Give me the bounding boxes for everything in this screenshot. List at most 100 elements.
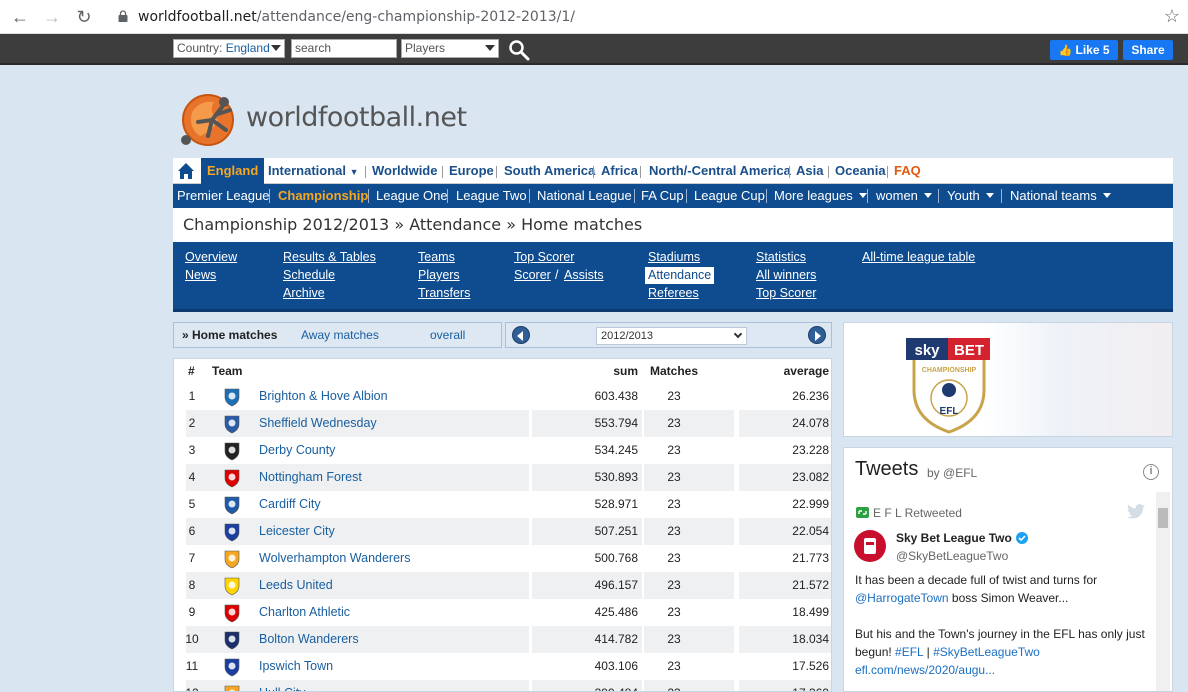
tweet-author[interactable]: Sky Bet League Two [896,529,1012,547]
team-link[interactable]: Bolton Wanderers [259,626,529,653]
nav-africa[interactable]: Africa [595,158,644,184]
arrow-right-icon [815,331,821,341]
reload-icon[interactable]: ↻ [74,7,94,27]
season-select[interactable]: 2012/2013 [596,327,747,345]
link-results-tables[interactable]: Results & Tables [283,249,376,266]
team-link[interactable]: Leeds United [259,572,529,599]
nav-north-central-america[interactable]: North/-Central America [643,158,797,184]
league-women[interactable]: women [876,184,932,208]
next-season-button[interactable] [808,326,826,344]
home-icon[interactable] [177,162,195,180]
league-championship[interactable]: Championship [278,184,368,208]
nav-faq[interactable]: FAQ [888,158,927,184]
team-crest-icon [224,442,240,461]
nav-england[interactable]: England [201,158,265,184]
search-input[interactable]: search [291,39,397,58]
row-average: 18.034 [792,632,829,646]
row-matches: 23 [667,524,681,538]
league-fa-cup[interactable]: FA Cup [641,184,684,208]
scrollbar-thumb[interactable] [1158,508,1168,528]
nav-south-america[interactable]: South America [498,158,601,184]
row-sum: 603.438 [594,389,638,403]
category-select[interactable]: Players [401,39,499,58]
link-assists[interactable]: Assists [564,267,604,284]
more-leagues-label: More leagues [774,188,853,203]
country-select[interactable]: Country: England [173,39,285,58]
avatar[interactable] [854,530,886,562]
link-transfers[interactable]: Transfers [418,285,470,302]
sponsor-banner[interactable]: sky BET CHAMPIONSHIP EFL [843,322,1173,437]
league-national-teams[interactable]: National teams [1010,184,1111,208]
tweets-scrollbar[interactable] [1156,492,1170,691]
team-link[interactable]: Ipswich Town [259,653,529,680]
link-news[interactable]: News [185,267,216,284]
football-player-logo-icon [181,94,234,146]
link-all-winners[interactable]: All winners [756,267,816,284]
team-crest-icon [224,469,240,488]
link-overview[interactable]: Overview [185,249,237,266]
country-label: Country: [177,41,223,55]
row-matches: 23 [667,659,681,673]
link-teams[interactable]: Teams [418,249,455,266]
team-crest-icon [224,388,240,407]
forward-arrow-icon[interactable]: → [42,7,62,27]
link-archive[interactable]: Archive [283,285,325,302]
tab-home-matches[interactable]: » Home matches [182,323,277,347]
nav-europe[interactable]: Europe [443,158,500,184]
facebook-like-button[interactable]: 👍 Like 5 [1050,40,1118,60]
site-logo[interactable]: worldfootball.net [178,92,467,150]
row-matches: 23 [667,551,681,565]
league-league-two[interactable]: League Two [456,184,527,208]
prev-season-button[interactable] [512,326,530,344]
team-link[interactable]: Derby County [259,437,529,464]
nav-oceania[interactable]: Oceania [829,158,892,184]
league-premier-league[interactable]: Premier League [177,184,270,208]
nav-asia[interactable]: Asia [790,158,829,184]
link-players[interactable]: Players [418,267,460,284]
team-link[interactable]: Wolverhampton Wanderers [259,545,529,572]
team-link[interactable]: Leicester City [259,518,529,545]
bookmark-star-icon[interactable]: ☆ [1164,6,1180,27]
team-link[interactable]: Brighton & Hove Albion [259,383,529,410]
league-national-league[interactable]: National League [537,184,632,208]
arrow-left-icon [517,331,523,341]
link-scorer[interactable]: Scorer [514,267,551,284]
link-schedule[interactable]: Schedule [283,267,335,284]
tab-overall[interactable]: overall [430,323,465,347]
league-youth[interactable]: Youth [947,184,994,208]
link-top-scorer-stats[interactable]: Top Scorer [756,285,816,302]
dropdown-arrow-icon [271,45,281,51]
tweet-text-line3: But his and the Town's journey in the EF… [855,625,1145,643]
team-link[interactable]: Charlton Athletic [259,599,529,626]
main-navigation: England International ▼ Worldwide Europe… [173,158,1173,184]
league-league-cup[interactable]: League Cup [694,184,765,208]
hashtag-skybetleaguetwo[interactable]: #SkyBetLeagueTwo [933,645,1040,659]
team-link[interactable]: Nottingham Forest [259,464,529,491]
search-icon[interactable] [508,39,530,61]
league-league-one[interactable]: League One [376,184,448,208]
row-sum: 528.971 [594,497,638,511]
league-more-leagues[interactable]: More leagues [774,184,867,208]
nav-international[interactable]: International ▼ [262,158,365,184]
link-referees[interactable]: Referees [648,285,699,302]
tab-away-matches[interactable]: Away matches [301,323,379,347]
tweets-by[interactable]: by @EFL [927,466,977,480]
tweet-link[interactable]: efl.com/news/2020/augu... [855,663,995,677]
back-arrow-icon[interactable]: ← [10,7,30,27]
team-link[interactable]: Sheffield Wednesday [259,410,529,437]
team-link[interactable]: Cardiff City [259,491,529,518]
link-attendance[interactable]: Attendance [645,267,715,284]
hashtag-efl[interactable]: #EFL [895,645,923,659]
facebook-share-button[interactable]: Share [1123,40,1173,60]
link-top-scorer[interactable]: Top Scorer [514,249,574,266]
link-alltime-table[interactable]: All-time league table [862,249,975,266]
team-crest-icon [224,415,240,434]
info-icon[interactable]: i [1143,464,1159,480]
tweet-handle[interactable]: @SkyBetLeagueTwo [896,547,1008,565]
tweet-mention[interactable]: @HarrogateTown [855,591,949,605]
address-bar[interactable]: worldfootball.net/attendance/eng-champio… [112,4,1188,30]
team-link[interactable]: Hull City [259,680,529,691]
nav-worldwide[interactable]: Worldwide [366,158,443,184]
link-stadiums[interactable]: Stadiums [648,249,700,266]
link-statistics[interactable]: Statistics [756,249,806,266]
